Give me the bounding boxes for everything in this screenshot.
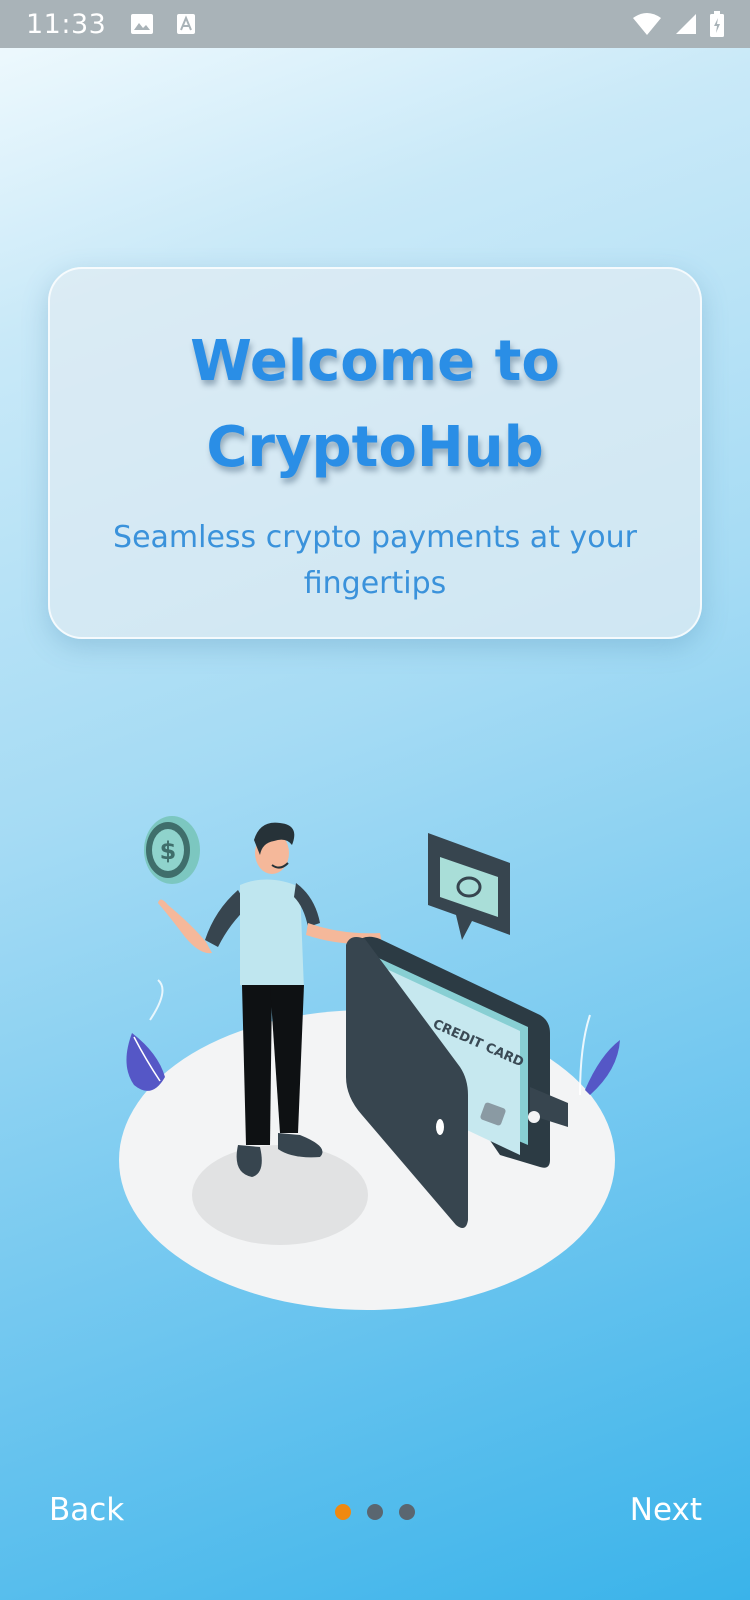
next-button[interactable]: Next: [630, 1492, 702, 1528]
font-icon: [176, 13, 196, 35]
status-system-icons: [632, 11, 724, 37]
wifi-icon: [632, 12, 662, 36]
welcome-title: Welcome to CryptoHub: [190, 329, 560, 480]
welcome-subtitle: Seamless crypto payments at your fingert…: [113, 520, 637, 601]
money-speech-bubble-icon: [428, 833, 510, 940]
page-dot-3[interactable]: [399, 1504, 415, 1520]
coin-icon: $: [144, 816, 200, 884]
leaf-icon: [126, 979, 165, 1091]
person-shadow: [192, 1145, 368, 1245]
page-dot-1[interactable]: [335, 1504, 351, 1520]
wallet-clasp: [436, 1119, 444, 1135]
svg-text:$: $: [160, 837, 177, 865]
image-icon: [130, 13, 154, 35]
onboarding-illustration: $ CREDIT CARD: [110, 815, 640, 1325]
onboarding-navigation: Back Next: [0, 1480, 750, 1550]
page-indicator: [335, 1504, 415, 1520]
page-dot-2[interactable]: [367, 1504, 383, 1520]
welcome-card: Welcome to CryptoHub Seamless crypto pay…: [48, 267, 702, 639]
signal-icon: [674, 12, 698, 36]
status-notification-icons: [130, 13, 196, 35]
status-bar: 11:33: [0, 0, 750, 48]
battery-icon: [710, 11, 724, 37]
status-time: 11:33: [26, 8, 107, 40]
back-button[interactable]: Back: [49, 1492, 124, 1528]
leaf-icon: [579, 1014, 620, 1096]
